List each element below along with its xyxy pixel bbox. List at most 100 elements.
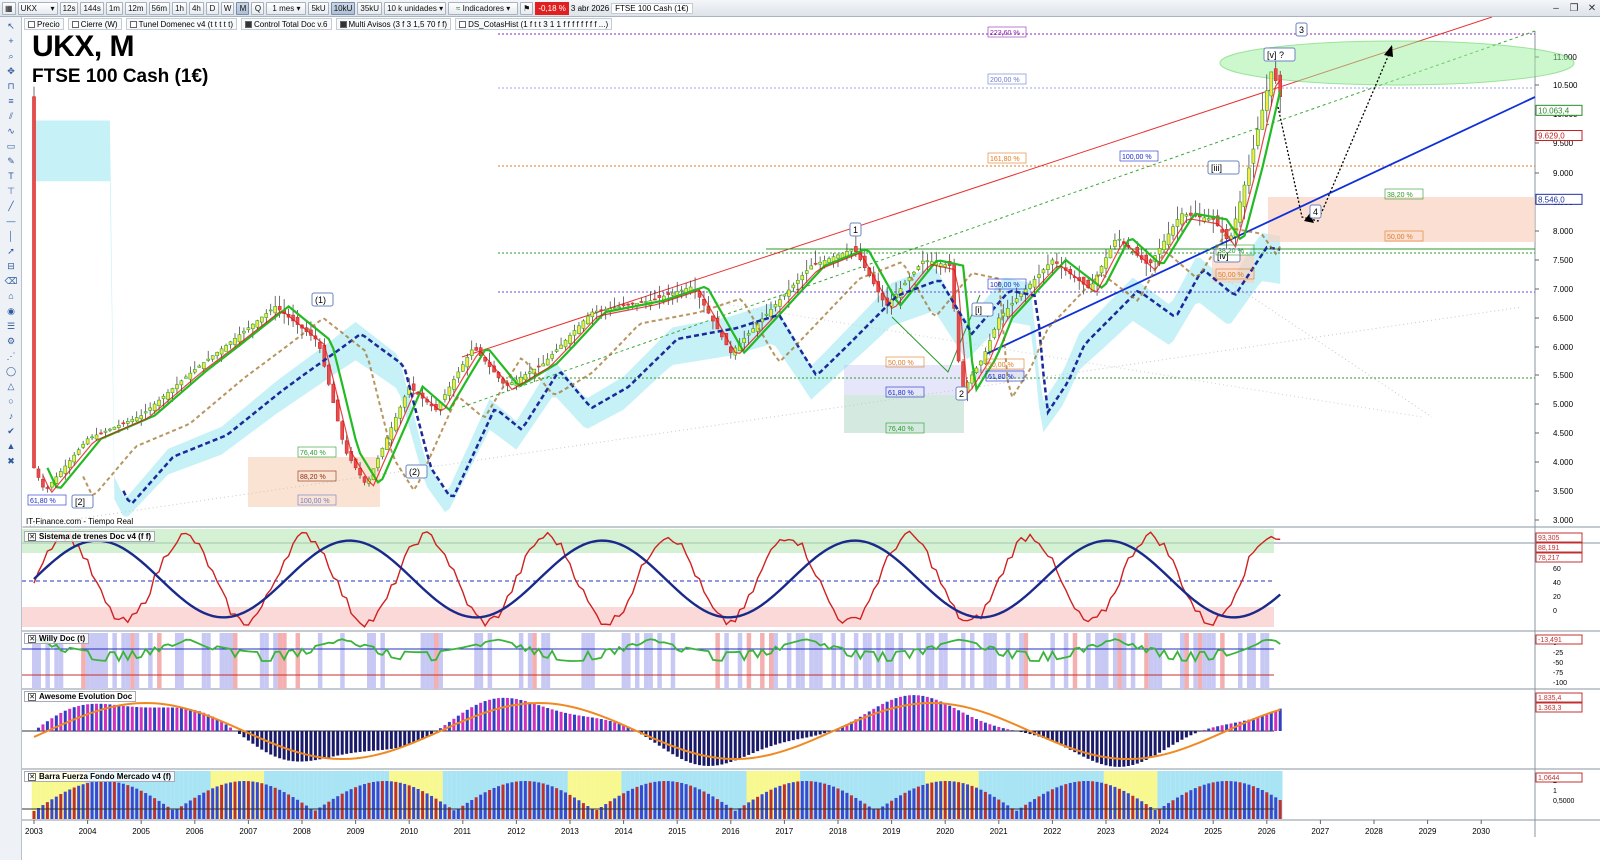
interval-button[interactable]: D	[205, 1, 219, 15]
rectangle-icon[interactable]: ▭	[4, 140, 18, 152]
bell-icon[interactable]: ♪	[4, 410, 18, 422]
awesome-bar	[501, 697, 505, 731]
channel-icon[interactable]: ⫽	[4, 110, 18, 122]
panel-axis-label: -50	[1553, 660, 1563, 667]
willy-bar	[518, 633, 524, 689]
awesome-bar	[590, 717, 594, 731]
barra-bar	[483, 792, 487, 819]
arrow-icon[interactable]: ➚	[4, 245, 18, 257]
barra-bar	[202, 792, 206, 819]
interval-button[interactable]: W	[220, 1, 235, 15]
panel-close-icon[interactable]: ✕	[28, 692, 36, 701]
alert-icon[interactable]: ⚑	[520, 1, 534, 15]
range-button[interactable]: 10kU	[330, 1, 356, 15]
up-icon[interactable]: ▲	[4, 440, 18, 452]
trendline-icon[interactable]: ╱	[4, 200, 18, 212]
interval-button[interactable]: 1m	[105, 1, 123, 15]
price-tick-label: 7.500	[1553, 256, 1574, 265]
zoom-icon[interactable]: ⌕	[4, 50, 18, 62]
settings-icon[interactable]: ⚙	[4, 335, 18, 347]
close-icon[interactable]: ✕	[1586, 2, 1598, 14]
candle-body	[340, 421, 345, 440]
time-tick-label: 2009	[347, 827, 365, 836]
magnet-icon[interactable]: ⊓	[4, 80, 18, 92]
pencil-icon[interactable]: ✎	[4, 155, 18, 167]
label-icon[interactable]: ⊤	[4, 185, 18, 197]
candle-body	[260, 316, 264, 323]
awesome-bar	[1108, 731, 1112, 767]
restore-icon[interactable]: ❐	[1568, 2, 1580, 14]
panel-close-icon[interactable]: ✕	[28, 634, 36, 643]
panel-title-willy[interactable]: ✕ Willy Doc (t)	[24, 633, 90, 644]
panel-title-trenes[interactable]: ✕ Sistema de trenes Doc v4 (f f)	[24, 531, 156, 542]
willy-bar	[527, 633, 533, 689]
awesome-bar	[693, 731, 697, 765]
units-selector[interactable]: 10 k unidades ▾	[384, 1, 447, 15]
period-selector[interactable]: 1 mes ▾	[266, 1, 307, 15]
wave-icon[interactable]: ∿	[4, 125, 18, 137]
awesome-bar	[885, 701, 889, 731]
delete-icon[interactable]: ✖	[4, 455, 18, 467]
awesome-bar	[345, 731, 349, 754]
willy-bar	[853, 633, 859, 689]
panel-close-icon[interactable]: ✕	[28, 772, 36, 781]
cursor-icon[interactable]: ↖	[4, 20, 18, 32]
time-tick-label: 2015	[668, 827, 686, 836]
lock-icon[interactable]: ⌂	[4, 290, 18, 302]
eye-icon[interactable]: ◉	[4, 305, 18, 317]
menu-icon[interactable]: ▦	[2, 1, 16, 15]
barra-bar	[456, 808, 460, 819]
panel-close-icon[interactable]: ✕	[28, 532, 36, 541]
barra-bar	[720, 801, 724, 819]
interval-button[interactable]: 4h	[188, 1, 204, 15]
candle-body	[58, 471, 63, 477]
triangle-icon[interactable]: △	[4, 380, 18, 392]
symbol-selector[interactable]: UKX ▾	[17, 1, 58, 15]
awesome-bar	[568, 713, 572, 731]
text-icon[interactable]: T	[4, 170, 18, 182]
crosshair-icon[interactable]: +	[4, 35, 18, 47]
interval-button[interactable]: 56m	[148, 1, 171, 15]
willy-bar	[532, 633, 537, 689]
candle-body	[99, 432, 103, 435]
price-chart[interactable]: 11.00010.50010.0009.5009.0008.5008.0007.…	[22, 17, 1600, 860]
fibo-label: 76,40 %	[888, 426, 914, 433]
layers-icon[interactable]: ☰	[4, 320, 18, 332]
ruler-icon[interactable]: ⊟	[4, 260, 18, 272]
barra-bar	[425, 793, 429, 819]
candle-body	[599, 309, 604, 312]
fibo-label: 50,00 %	[988, 362, 1014, 369]
interval-button[interactable]: 12s	[59, 1, 79, 15]
panel-title-barra[interactable]: ✕ Barra Fuerza Fondo Mercado v4 (f)	[24, 771, 176, 782]
candle-body	[273, 306, 277, 314]
candle-body	[903, 282, 907, 286]
range-button[interactable]: 35kU	[357, 1, 383, 15]
range-button[interactable]: 5kU	[308, 1, 329, 15]
fibonacci-icon[interactable]: ≡	[4, 95, 18, 107]
hline-icon[interactable]: —	[4, 215, 18, 227]
barra-bar	[1068, 782, 1072, 819]
ellipse-icon[interactable]: ◯	[4, 365, 18, 377]
interval-button[interactable]: 12m	[124, 1, 147, 15]
minimize-icon[interactable]: –	[1550, 2, 1562, 14]
barra-bar	[41, 805, 45, 819]
fibo-fan-icon[interactable]: ⋰	[4, 350, 18, 362]
interval-button[interactable]: 1h	[172, 1, 187, 15]
price-tick-label: 8.000	[1553, 227, 1574, 236]
circle-icon[interactable]: ○	[4, 395, 18, 407]
barra-bar	[291, 797, 295, 819]
candle-body	[139, 415, 143, 420]
interval-button[interactable]: Q	[251, 1, 265, 15]
awesome-bar	[1171, 731, 1175, 745]
vline-icon[interactable]: │	[4, 230, 18, 242]
panel-title-awesome[interactable]: ✕ Awesome Evolution Doc	[24, 691, 137, 702]
interval-button[interactable]: 144s	[80, 1, 104, 15]
pan-icon[interactable]: ✥	[4, 65, 18, 77]
candle-body	[956, 310, 961, 362]
barra-bar	[921, 784, 925, 819]
interval-button[interactable]: M	[236, 1, 250, 15]
check-icon[interactable]: ✔	[4, 425, 18, 437]
awesome-bar	[796, 731, 800, 740]
eraser-icon[interactable]: ⌫	[4, 275, 18, 287]
indicators-button[interactable]: ≈ Indicadores ▾	[448, 1, 519, 15]
